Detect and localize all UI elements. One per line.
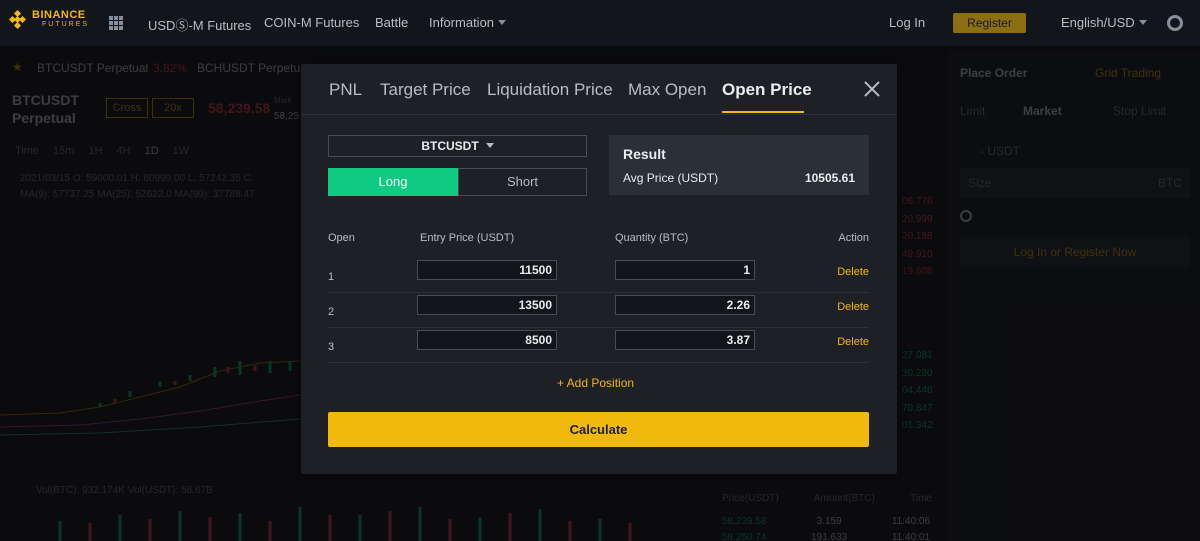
row-number: 3 <box>328 341 335 353</box>
header-open: Open <box>328 232 355 244</box>
position-row: 2 13500 2.26 Delete <box>328 293 869 328</box>
header-quantity: Quantity (BTC) <box>615 232 689 244</box>
language-label: English/USD <box>1061 15 1135 30</box>
symbol-select-value: BTCUSDT <box>421 139 479 153</box>
entry-price-input[interactable]: 13500 <box>417 295 557 315</box>
result-panel: Result Avg Price (USDT) 10505.61 <box>609 135 869 195</box>
add-position-button[interactable]: + Add Position <box>557 376 634 390</box>
row-number: 1 <box>328 271 335 283</box>
header-entry-price: Entry Price (USDT) <box>420 232 515 244</box>
nav-battle[interactable]: Battle <box>375 15 408 30</box>
quantity-input[interactable]: 3.87 <box>615 330 755 350</box>
active-tab-indicator <box>722 111 804 113</box>
close-icon[interactable] <box>863 80 881 98</box>
futures-page: BINANCE FUTURES USDⓈ-M Futures COIN-M Fu… <box>0 0 1200 541</box>
binance-futures-logo[interactable]: BINANCE FUTURES <box>8 10 89 30</box>
tab-open-price[interactable]: Open Price <box>722 80 812 100</box>
avg-price-label: Avg Price (USDT) <box>623 171 719 185</box>
nav-usdm-futures[interactable]: USDⓈ-M Futures <box>148 15 251 34</box>
nav-information[interactable]: Information <box>429 15 507 30</box>
settings-gear-icon[interactable] <box>1167 15 1183 31</box>
logo-wordmark: BINANCE <box>32 9 86 21</box>
register-button[interactable]: Register <box>953 13 1026 33</box>
quantity-input[interactable]: 2.26 <box>615 295 755 315</box>
tab-target-price[interactable]: Target Price <box>380 80 471 100</box>
top-nav: BINANCE FUTURES USDⓈ-M Futures COIN-M Fu… <box>0 0 1200 46</box>
language-selector[interactable]: English/USD <box>1061 15 1147 30</box>
short-button[interactable]: Short <box>458 168 587 196</box>
chevron-down-icon <box>498 20 507 25</box>
calculator-modal: PNL Target Price Liquidation Price Max O… <box>301 64 897 474</box>
delete-row-button[interactable]: Delete <box>837 301 869 313</box>
row-number: 2 <box>328 306 335 318</box>
login-link[interactable]: Log In <box>889 15 925 30</box>
nav-information-label: Information <box>429 15 495 30</box>
logo-subtitle: FUTURES <box>42 21 90 28</box>
avg-price-value: 10505.61 <box>804 171 855 185</box>
entry-price-input[interactable]: 8500 <box>417 330 557 350</box>
calculate-button[interactable]: Calculate <box>328 412 869 447</box>
modal-divider <box>301 114 897 115</box>
symbol-select[interactable]: BTCUSDT <box>328 135 587 157</box>
position-row: 3 8500 3.87 Delete <box>328 328 869 363</box>
tab-pnl[interactable]: PNL <box>329 80 362 100</box>
tab-max-open[interactable]: Max Open <box>628 80 706 100</box>
delete-row-button[interactable]: Delete <box>837 266 869 278</box>
header-action: Action <box>838 232 869 244</box>
chevron-down-icon <box>485 143 494 148</box>
apps-grid-icon[interactable] <box>109 16 123 30</box>
binance-logo-icon <box>8 9 28 30</box>
entry-price-input[interactable]: 11500 <box>417 260 557 280</box>
long-button[interactable]: Long <box>328 168 458 196</box>
quantity-input[interactable]: 1 <box>615 260 755 280</box>
chevron-down-icon <box>1138 20 1147 25</box>
result-title: Result <box>623 146 666 162</box>
delete-row-button[interactable]: Delete <box>837 336 869 348</box>
tab-liquidation-price[interactable]: Liquidation Price <box>487 80 613 100</box>
nav-coinm-futures[interactable]: COIN-M Futures <box>264 15 359 30</box>
position-row: 1 11500 1 Delete <box>328 258 869 293</box>
